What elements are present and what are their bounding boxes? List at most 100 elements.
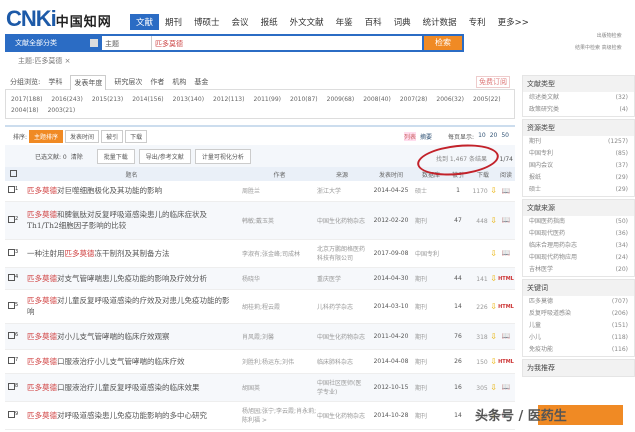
row-checkbox[interactable] [8, 248, 15, 256]
citation-count[interactable]: 26 [447, 349, 469, 374]
toolbar-button[interactable]: 计量可视化分析 [194, 148, 251, 164]
citation-count[interactable]: 1 [447, 181, 469, 202]
sidebar-item[interactable]: 综述类文献 (32) [523, 92, 634, 104]
category-dropdown-icon[interactable] [90, 39, 98, 47]
download-icon[interactable]: ⇩ [488, 186, 497, 195]
source-link[interactable]: 中国生化药物杂志 [317, 323, 367, 350]
author-link[interactable]: 杨晓华 [242, 267, 317, 290]
toolbar-button[interactable]: 批量下载 [96, 148, 135, 164]
search-tag[interactable]: 主题:匹多莫德 × [18, 56, 70, 66]
sidebar-item[interactable]: 报纸 (29) [523, 172, 634, 184]
source-link[interactable]: 北京万鹏朗格医药科技有限公司 [317, 239, 367, 268]
nav-tab[interactable]: 百科 [359, 14, 388, 30]
book-read-icon[interactable]: 📖 [502, 187, 511, 195]
book-read-icon[interactable]: 📖 [502, 216, 511, 224]
download-icon[interactable]: ⇩ [488, 383, 497, 392]
sidebar-item[interactable]: 中国现代药物应用 (24) [523, 252, 634, 264]
filter-tab[interactable]: 发表年度 [70, 74, 107, 90]
year-filter[interactable]: 2016(243) [51, 94, 82, 105]
filter-tab[interactable]: 作者 [150, 77, 164, 87]
row-checkbox[interactable] [8, 186, 15, 194]
download-icon[interactable]: ⇩ [488, 357, 497, 366]
sidebar-item[interactable]: 吉林医学 (20) [523, 264, 634, 276]
filter-tab[interactable]: 机构 [172, 77, 186, 87]
filter-tab[interactable]: 学科 [48, 77, 62, 87]
title-link[interactable]: 匹多莫德口服液治疗儿童反复呼吸道感染的临床效果 [21, 373, 242, 402]
nav-tab[interactable]: 文献 [130, 14, 160, 30]
nav-tab[interactable]: 更多>> [492, 14, 535, 30]
year-filter[interactable]: 2017(188) [11, 94, 42, 105]
sidebar-section-title[interactable]: 关键词 [523, 280, 634, 296]
select-all-checkbox[interactable] [9, 169, 17, 177]
column-header[interactable]: 作者 [242, 167, 317, 181]
citation-count[interactable]: 47 [447, 201, 469, 240]
citation-count[interactable]: 76 [447, 323, 469, 350]
nav-tab[interactable]: 博硕士 [188, 14, 226, 30]
author-link[interactable]: 杨旭园;张宁;李云霞;肖永莉;陈利福 > [242, 401, 317, 430]
year-filter[interactable]: 2014(156) [132, 94, 163, 105]
html-read-icon[interactable]: HTML [498, 276, 514, 282]
source-link[interactable]: 中国生化药物杂志 [317, 201, 367, 240]
year-filter[interactable]: 2003(21) [48, 105, 76, 116]
year-filter[interactable]: 2015(213) [92, 94, 123, 105]
sidebar-item[interactable]: 中国专利 (85) [523, 148, 634, 160]
toolbar-button[interactable]: 导出/参考文献 [138, 148, 191, 164]
year-filter[interactable]: 2010(87) [290, 94, 318, 105]
nav-tab[interactable]: 统计数据 [417, 14, 463, 30]
row-checkbox[interactable] [8, 331, 15, 339]
title-link[interactable]: 一种注射用匹多莫德冻干制剂及其制备方法 [21, 239, 242, 268]
sidebar-item[interactable]: 中国现代医药 (36) [523, 228, 634, 240]
year-filter[interactable]: 2006(32) [436, 94, 464, 105]
sidebar-item[interactable]: 硕士 (29) [523, 184, 634, 196]
title-link[interactable]: 匹多莫德口服液治疗小儿支气管哮喘的临床疗效 [21, 349, 242, 374]
year-filter[interactable]: 2004(18) [11, 105, 39, 116]
sidebar-item[interactable]: 政策研究类 (4) [523, 104, 634, 116]
filter-tab[interactable]: 基金 [194, 77, 208, 87]
citation-count[interactable]: 16 [447, 373, 469, 402]
sort-option[interactable]: 下载 [125, 129, 148, 143]
sidebar-section-title[interactable]: 文献类型 [523, 76, 634, 92]
sidebar-section-title[interactable]: 为我推荐 [523, 360, 634, 376]
year-filter[interactable]: 2005(22) [473, 94, 501, 105]
title-link[interactable]: 匹多莫德对小儿支气管哮喘的临床疗效观察 [21, 323, 242, 350]
author-link[interactable]: 胡桂莉;程云霞 [242, 289, 317, 324]
search-input[interactable]: 匹多莫德 [152, 36, 422, 50]
author-link[interactable]: 周胜兰 [242, 181, 317, 202]
clear-button[interactable]: 清除 [71, 152, 83, 161]
result-search-link[interactable]: 结果中检索 [575, 45, 600, 51]
citation-count[interactable]: 14 [447, 401, 469, 430]
nav-tab[interactable]: 专利 [463, 14, 492, 30]
download-icon[interactable]: ⇩ [488, 302, 497, 311]
year-filter[interactable]: 2009(68) [327, 94, 355, 105]
sidebar-item[interactable]: 小儿 (118) [523, 332, 634, 344]
nav-tab[interactable]: 报纸 [255, 14, 284, 30]
citation-count[interactable] [447, 239, 469, 268]
download-icon[interactable]: ⇩ [488, 332, 497, 341]
year-filter[interactable]: 2007(28) [400, 94, 428, 105]
source-link[interactable]: 中国生化药物杂志 [317, 401, 367, 430]
row-checkbox[interactable] [8, 273, 15, 281]
sidebar-item[interactable]: 临床合理用药杂志 (34) [523, 240, 634, 252]
sidebar-item[interactable]: 期刊 (1257) [523, 136, 634, 148]
year-filter[interactable]: 2011(99) [253, 94, 281, 105]
column-header[interactable]: 来源 [317, 167, 367, 181]
source-link[interactable]: 临床肺科杂志 [317, 349, 367, 374]
search-button[interactable]: 检索 [424, 36, 462, 50]
view-toggle[interactable]: 摘要 [420, 132, 432, 141]
filter-tab[interactable]: 研究层次 [114, 77, 142, 87]
column-header[interactable]: 题名 [21, 167, 242, 181]
sidebar-item[interactable]: 中国医药指南 (50) [523, 216, 634, 228]
author-link[interactable]: 韩敏;戴玉英 [242, 201, 317, 240]
row-checkbox[interactable] [8, 215, 15, 223]
download-icon[interactable]: ⇩ [490, 249, 497, 258]
source-link[interactable]: 儿科药学杂志 [317, 289, 367, 324]
title-link[interactable]: 匹多莫德对支气管哮喘患儿免疫功能的影响及疗效分析 [21, 267, 242, 290]
field-select[interactable]: 主题 [102, 36, 152, 50]
sidebar-item[interactable]: 儿童 (151) [523, 320, 634, 332]
year-filter[interactable]: 2012(113) [213, 94, 244, 105]
html-read-icon[interactable]: HTML [498, 359, 514, 365]
sort-option[interactable]: 主题排序 [29, 129, 64, 143]
source-link[interactable]: 重庆医学 [317, 267, 367, 290]
year-filter[interactable]: 2013(140) [173, 94, 204, 105]
sidebar-section-title[interactable]: 资源类型 [523, 120, 634, 136]
